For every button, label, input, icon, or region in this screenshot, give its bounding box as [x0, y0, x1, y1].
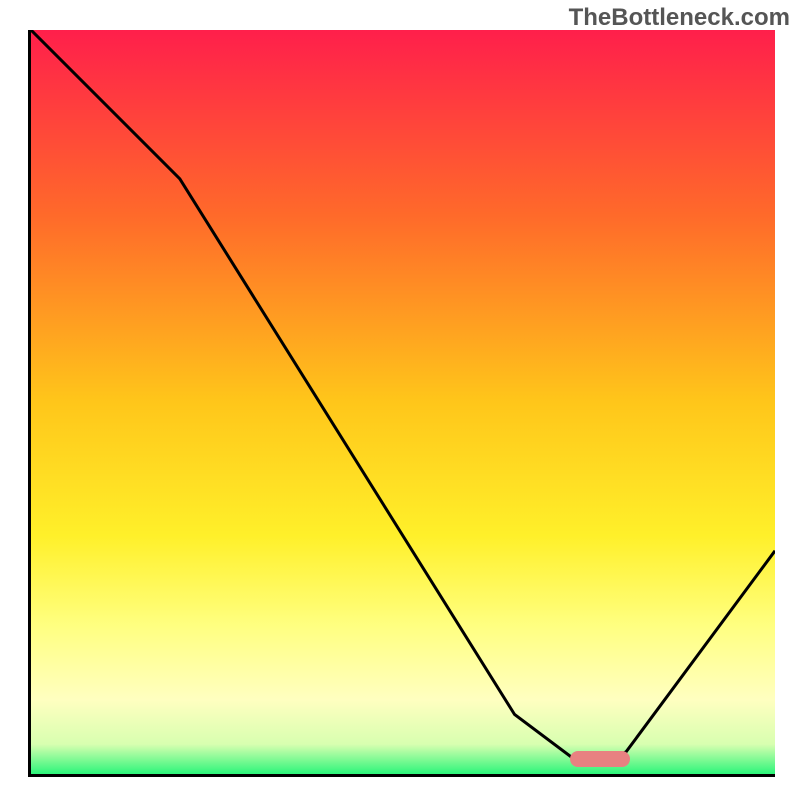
watermark-text: TheBottleneck.com — [569, 4, 790, 32]
chart-container: TheBottleneck.com — [0, 0, 800, 800]
bottleneck-curve — [31, 30, 775, 774]
plot-area — [28, 30, 775, 777]
optimal-marker — [570, 751, 630, 767]
